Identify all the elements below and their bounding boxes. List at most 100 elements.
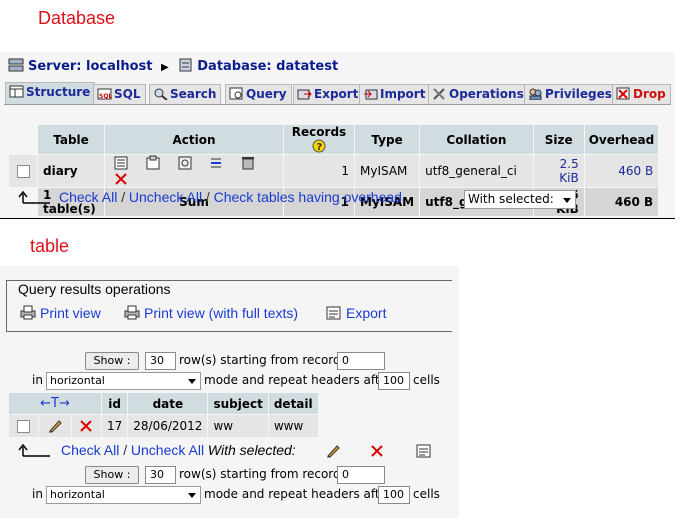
tab-sql-label: SQL [114, 87, 141, 101]
breadcrumb-server[interactable]: Server: localhost ▶ Database: datatest [8, 58, 338, 74]
cell-detail: www [268, 415, 318, 437]
sql-icon: SQL [97, 88, 112, 100]
tab-export[interactable]: Export [293, 84, 364, 104]
structure-row-icon[interactable] [145, 155, 161, 171]
table-name-link[interactable]: diary [38, 155, 104, 187]
print-view-link[interactable]: Print view [20, 305, 101, 321]
tab-import-label: Import [380, 87, 426, 101]
database-link[interactable]: Database: datatest [197, 59, 338, 74]
print-icon [124, 305, 140, 320]
results-table: ←T→ id date subject detail 17 28/06/2012… [8, 392, 319, 438]
start-record-input[interactable]: 0 [337, 466, 385, 484]
export-selected-icon[interactable] [416, 443, 432, 459]
tab-sql[interactable]: SQL SQL [93, 84, 146, 104]
drop-row-icon[interactable] [113, 171, 129, 187]
rows-input[interactable]: 30 [145, 466, 176, 484]
tab-drop[interactable]: Drop [612, 84, 671, 104]
tab-operations-label: Operations [449, 87, 524, 101]
show-button[interactable]: Show : [85, 466, 139, 484]
column-arrows[interactable]: ←T→ [9, 393, 101, 414]
overhead-link[interactable]: 460 B [584, 155, 659, 187]
tab-search[interactable]: Search [149, 84, 222, 104]
tab-import[interactable]: Import [359, 84, 431, 104]
cell-id: 17 [102, 415, 128, 437]
drop-icon [616, 87, 630, 100]
repeat-headers-input[interactable]: 100 [378, 486, 410, 504]
edit-icon[interactable] [47, 418, 63, 434]
col-detail[interactable]: detail [268, 393, 318, 414]
repeat-headers-input[interactable]: 100 [378, 372, 410, 390]
col-overhead: Overhead [584, 125, 659, 154]
tab-query[interactable]: Query [225, 84, 292, 104]
tab-drop-label: Drop [633, 87, 666, 101]
svg-text:SQL: SQL [99, 93, 112, 100]
chevron-down-icon [188, 493, 196, 498]
row-checkbox[interactable] [17, 420, 31, 433]
check-overhead-link[interactable]: Check tables having overhead [214, 189, 402, 205]
empty-icon[interactable] [240, 155, 256, 171]
breadcrumb-arrow-icon: ▶ [161, 62, 169, 73]
col-action: Action [105, 125, 283, 154]
row-checkbox[interactable] [16, 165, 30, 178]
table-row: diary 1 MyISAM utf8_general_ci 2.5 KiB 4… [9, 155, 659, 187]
arrow-up-icon [18, 444, 50, 457]
col-size: Size [533, 125, 584, 154]
db-select-links: Check All / Uncheck All / Check tables h… [59, 189, 402, 205]
show-button[interactable]: Show : [85, 352, 139, 370]
mode-label: mode and repeat headers after [204, 487, 392, 501]
tab-search-label: Search [170, 87, 217, 101]
tab-privileges[interactable]: Privileges [524, 84, 617, 104]
col-id[interactable]: id [102, 393, 128, 414]
check-all-link[interactable]: Check All [61, 442, 119, 458]
svg-text:?: ? [317, 142, 323, 153]
query-icon [229, 87, 243, 100]
mode-select[interactable]: horizontal [46, 486, 201, 504]
delete-selected-icon[interactable] [370, 444, 384, 458]
insert-icon[interactable] [208, 155, 224, 171]
mode-select[interactable]: horizontal [46, 372, 201, 390]
export-icon [297, 89, 312, 100]
tab-divider [4, 104, 671, 105]
cells-label: cells [413, 373, 440, 387]
tab-structure[interactable]: Structure [5, 82, 96, 105]
uncheck-all-link[interactable]: Uncheck All [129, 189, 202, 205]
table-heading: table [30, 236, 70, 256]
browse-icon[interactable] [113, 155, 129, 171]
edit-selected-icon[interactable] [325, 443, 341, 459]
size-link[interactable]: 2.5 KiB [533, 155, 584, 187]
arrow-up-icon [18, 191, 50, 204]
records-cell: 1 [284, 155, 354, 187]
chevron-down-icon [563, 197, 571, 203]
delete-icon[interactable] [79, 419, 93, 433]
server-link[interactable]: Server: localhost [28, 59, 152, 74]
search-icon [154, 88, 168, 100]
table-header-row: Table Action Records? Type Collation Siz… [9, 125, 659, 154]
database-icon [179, 58, 192, 72]
results-header-row: ←T→ id date subject detail [9, 393, 318, 414]
print-view-full-link[interactable]: Print view (with full texts) [124, 305, 298, 321]
col-type: Type [355, 125, 420, 154]
with-selected-dropdown[interactable]: With selected: [464, 190, 576, 209]
tab-query-label: Query [246, 87, 287, 101]
checkbox-header [9, 125, 37, 154]
col-collation: Collation [420, 125, 533, 154]
records-hint-icon[interactable]: ? [312, 139, 326, 153]
tab-operations[interactable]: Operations [428, 84, 529, 104]
structure-icon [9, 85, 24, 98]
mode-label: mode and repeat headers after [204, 373, 392, 387]
start-record-input[interactable]: 0 [337, 352, 385, 370]
import-icon [364, 89, 378, 100]
check-all-link[interactable]: Check All [59, 189, 117, 205]
query-ops-legend: Query results operations [16, 281, 173, 297]
rows-input[interactable]: 30 [145, 352, 176, 370]
col-subject[interactable]: subject [208, 393, 268, 414]
collation-cell: utf8_general_ci [420, 155, 533, 187]
col-date[interactable]: date [128, 393, 208, 414]
search-row-icon[interactable] [177, 155, 193, 171]
operations-icon [433, 88, 445, 100]
cell-date: 28/06/2012 [128, 415, 208, 437]
rows-label: row(s) starting from record # [179, 467, 355, 481]
uncheck-all-link[interactable]: Uncheck All [131, 442, 204, 458]
privileges-icon [529, 88, 542, 100]
export-link[interactable]: Export [326, 305, 386, 321]
